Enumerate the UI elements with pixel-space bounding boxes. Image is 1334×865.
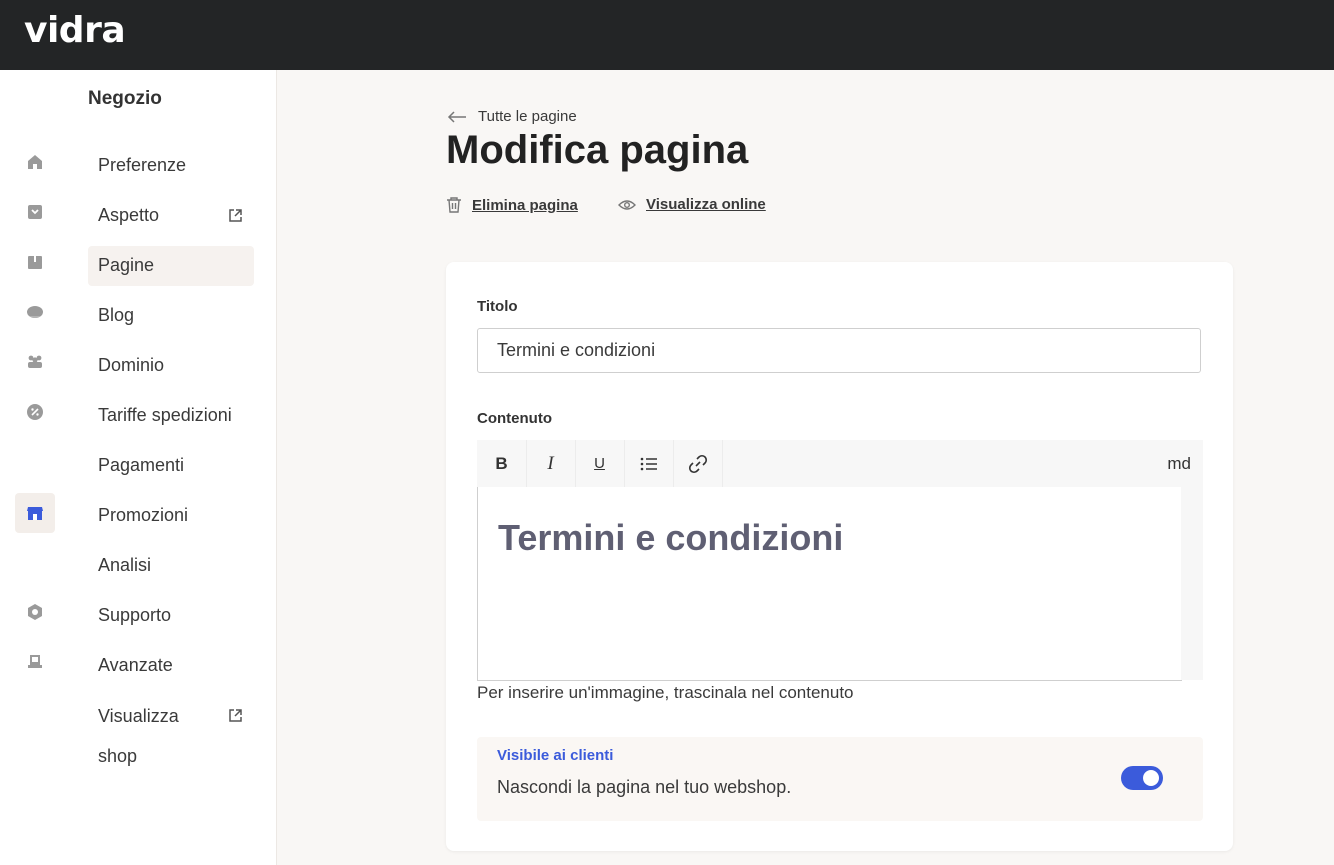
sidebar-item-label: Visualizza shop	[98, 706, 179, 766]
products-icon[interactable]	[15, 242, 55, 282]
image-hint: Per inserire un'immagine, trascinala nel…	[477, 683, 854, 702]
sidebar-item-blog[interactable]: Blog	[88, 296, 254, 336]
title-label: Titolo	[477, 298, 518, 315]
view-online-label: Visualizza online	[646, 196, 766, 213]
visibility-description: Nascondi la pagina nel tuo webshop.	[497, 777, 792, 797]
back-link-label: Tutte le pagine	[478, 108, 577, 125]
underline-button[interactable]: U	[575, 440, 625, 487]
settings-icon[interactable]	[15, 592, 55, 632]
sidebar-item-label: Preferenze	[98, 155, 187, 175]
sidebar-item-promozioni[interactable]: Promozioni	[88, 496, 254, 536]
sidebar-item-avanzate[interactable]: Avanzate	[88, 646, 254, 686]
view-online-link[interactable]: Visualizza online	[618, 196, 766, 213]
page-title: Modifica pagina	[446, 128, 749, 172]
sidebar-item-label: Aspetto	[98, 205, 160, 225]
team-icon[interactable]	[15, 342, 55, 382]
sidebar-item-visualizza-shop[interactable]: Visualizza shop	[88, 696, 254, 776]
editor-toolbar: B I U md	[477, 440, 1203, 487]
page-form-card: Titolo Contenuto B I U md Termini e cond…	[446, 262, 1233, 851]
sidebar-item-pagamenti[interactable]: Pagamenti	[88, 446, 254, 486]
italic-button[interactable]: I	[526, 440, 576, 487]
title-input[interactable]	[477, 328, 1201, 373]
editor-scrollbar[interactable]	[1181, 487, 1203, 680]
icon-rail	[0, 70, 70, 865]
sidebar-title: Negozio	[88, 88, 162, 109]
sidebar-item-label: Tariffe spedizioni	[98, 405, 232, 425]
sidebar-item-label: Pagine	[98, 255, 155, 275]
toggle-knob	[1143, 770, 1159, 786]
sidebar-item-tariffe-spedizioni[interactable]: Tariffe spedizioni	[88, 396, 254, 436]
app-logo[interactable]: vidra	[24, 10, 126, 51]
eye-icon	[618, 199, 636, 210]
visibility-toggle[interactable]	[1121, 766, 1163, 790]
visibility-panel: Visibile ai clienti Nascondi la pagina n…	[477, 737, 1203, 821]
content-editor[interactable]: Termini e condizioni	[477, 487, 1182, 681]
sidebar-item-label: Dominio	[98, 355, 165, 375]
sidebar-item-label: Analisi	[98, 555, 152, 575]
sidebar-item-label: Avanzate	[98, 655, 173, 675]
home-icon[interactable]	[15, 142, 55, 182]
sidebar-item-label: Blog	[98, 305, 135, 325]
sidebar-item-dominio[interactable]: Dominio	[88, 346, 254, 386]
orders-icon[interactable]	[15, 192, 55, 232]
store-icon[interactable]	[15, 493, 55, 533]
settings-sidebar: Negozio Preferenze Aspetto Pagine Blog D…	[70, 70, 277, 865]
top-bar: vidra	[0, 0, 1334, 70]
sidebar-item-pagine[interactable]: Pagine	[88, 246, 254, 286]
sidebar-item-label: Promozioni	[98, 505, 189, 525]
content-heading: Termini e condizioni	[498, 517, 844, 558]
sidebar-item-supporto[interactable]: Supporto	[88, 596, 254, 636]
external-link-icon	[229, 709, 242, 722]
trash-icon	[447, 197, 461, 213]
arrow-left-icon	[447, 110, 466, 123]
discount-icon[interactable]	[15, 392, 55, 432]
visibility-label: Visibile ai clienti	[497, 747, 614, 764]
back-link[interactable]: Tutte le pagine	[446, 108, 577, 125]
sidebar-item-preferenze[interactable]: Preferenze	[88, 146, 254, 186]
bold-button[interactable]: B	[477, 440, 527, 487]
sidebar-item-label: Supporto	[98, 605, 172, 625]
link-button[interactable]	[673, 440, 723, 487]
sidebar-item-analisi[interactable]: Analisi	[88, 546, 254, 586]
delete-page-label: Elimina pagina	[472, 196, 578, 214]
content-label: Contenuto	[477, 410, 552, 427]
desk-icon[interactable]	[15, 642, 55, 682]
list-icon	[640, 457, 657, 470]
markdown-toggle[interactable]: md	[1167, 454, 1191, 474]
bullet-list-button[interactable]	[624, 440, 674, 487]
sidebar-item-label: Pagamenti	[98, 455, 185, 475]
link-icon	[688, 454, 707, 473]
sidebar-item-aspetto[interactable]: Aspetto	[88, 196, 254, 236]
delete-page-link[interactable]: Elimina pagina	[446, 196, 578, 214]
external-link-icon	[229, 209, 242, 222]
customers-icon[interactable]	[15, 292, 55, 332]
